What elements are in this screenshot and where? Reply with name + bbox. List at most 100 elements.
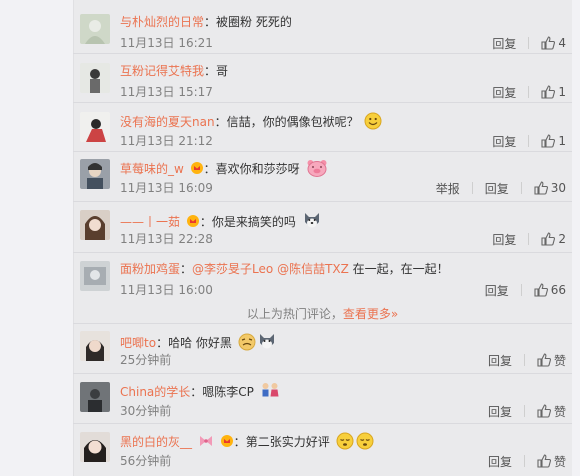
thumbs-up-icon [534, 181, 548, 195]
like-count: 赞 [553, 454, 566, 469]
see-more-link[interactable]: 查看更多» [343, 307, 398, 321]
divider [73, 53, 572, 54]
like-count: 1 [558, 134, 566, 148]
like-count: 30 [550, 181, 566, 195]
couple-emoji-icon [262, 383, 279, 397]
avatar[interactable] [80, 382, 110, 412]
username-link[interactable]: 没有海的夏天nan [120, 115, 215, 129]
like-button[interactable]: 4 [541, 36, 566, 50]
doge-emoji-icon [238, 333, 256, 351]
reply-button[interactable]: 回复 [492, 35, 516, 52]
username-link[interactable]: China的学长 [120, 385, 190, 399]
action-divider [528, 135, 530, 147]
comment-text: 在一起，在一起！ [348, 262, 449, 276]
comment-time: 25分钟前 [120, 353, 172, 367]
comment-separator: ： [203, 162, 216, 176]
reply-button[interactable]: 回复 [485, 282, 509, 299]
action-divider [523, 354, 525, 366]
thumbs-up-icon [537, 404, 551, 418]
comment-time: 11月13日 15:17 [120, 85, 213, 99]
comment-text: 哥 [216, 64, 229, 78]
comment-text: 你是来搞笑的吗 [211, 215, 296, 229]
like-count: 4 [558, 36, 566, 50]
comment-text: 第二张实力好评 [245, 435, 330, 449]
report-button[interactable]: 举报 [436, 180, 460, 197]
username-link[interactable]: 面粉加鸡蛋 [120, 262, 180, 276]
comment-time: 11月13日 22:28 [120, 232, 213, 246]
avatar[interactable] [80, 432, 110, 462]
member-badge-icon [220, 435, 233, 447]
divider [73, 102, 572, 103]
like-count: 2 [558, 232, 566, 246]
action-divider [520, 182, 522, 194]
avatar[interactable] [80, 210, 110, 240]
reply-button[interactable]: 回复 [488, 352, 512, 369]
divider [73, 151, 572, 152]
reply-button[interactable]: 回复 [485, 180, 509, 197]
thumbs-up-icon [537, 454, 551, 468]
comment-text: 信喆，你的偶像包袱呢？ [226, 115, 359, 129]
comment-text: 哈哈 你好黑 [168, 336, 232, 350]
action-divider [520, 284, 522, 296]
action-divider [528, 233, 530, 245]
username-link[interactable]: 与朴灿烈的日常 [120, 15, 204, 29]
hot-comments-label: 以上为热门评论， [246, 307, 343, 321]
like-count: 赞 [553, 404, 566, 419]
husky-emoji-icon [304, 213, 319, 228]
like-button[interactable]: 赞 [537, 352, 566, 369]
like-button[interactable]: 1 [541, 134, 566, 148]
avatar[interactable] [80, 112, 110, 142]
member-badge-icon [190, 162, 203, 174]
reply-button[interactable]: 回复 [488, 453, 512, 470]
thumbs-up-icon [541, 85, 556, 99]
thumbs-up-icon [541, 134, 556, 148]
member-badge-icon [186, 215, 199, 227]
mention-link[interactable]: @陈信喆TXZ [277, 262, 349, 276]
pig-face-emoji-icon [307, 160, 327, 177]
reply-button[interactable]: 回复 [492, 231, 516, 248]
like-button[interactable]: 66 [534, 283, 566, 297]
avatar[interactable] [80, 63, 110, 93]
divider [73, 373, 572, 374]
action-divider [523, 455, 525, 467]
like-button[interactable]: 赞 [537, 453, 566, 470]
hot-comments-divider: 以上为热门评论，查看更多» [73, 305, 572, 322]
username-link[interactable]: 草莓味的_w [120, 162, 184, 176]
like-button[interactable]: 赞 [537, 403, 566, 420]
reply-button[interactable]: 回复 [492, 84, 516, 101]
thumbs-up-icon [541, 232, 556, 246]
comment-separator: ： [156, 336, 169, 350]
mention-link[interactable]: @李莎旻子Leo [192, 262, 273, 276]
divider [73, 423, 572, 424]
username-link[interactable]: 黑的白的灰__ [120, 435, 192, 449]
comment-separator: ： [190, 385, 203, 399]
reply-button[interactable]: 回复 [488, 403, 512, 420]
like-button[interactable]: 30 [534, 181, 566, 195]
like-count: 1 [558, 85, 566, 99]
username-link[interactable]: 互粉记得艾特我 [120, 64, 204, 78]
like-button[interactable]: 2 [541, 232, 566, 246]
comment-separator: ： [214, 115, 227, 129]
comment-separator: ： [180, 262, 193, 276]
like-count: 66 [550, 283, 566, 297]
divider [73, 252, 572, 253]
avatar[interactable] [80, 159, 110, 189]
thumbs-up-icon [541, 36, 556, 50]
action-divider [523, 405, 525, 417]
username-link[interactable]: 吧唧to [120, 336, 156, 350]
reply-button[interactable]: 回复 [492, 133, 516, 150]
bow-badge-icon [199, 436, 212, 446]
comment-time: 11月13日 16:21 [120, 36, 213, 50]
avatar[interactable] [80, 261, 110, 291]
username-link[interactable]: ——丨一茹 [120, 215, 180, 229]
avatar[interactable] [80, 14, 110, 44]
comment-time: 11月13日 21:12 [120, 134, 213, 148]
comment-time: 56分钟前 [120, 454, 172, 468]
like-button[interactable]: 1 [541, 85, 566, 99]
husky-emoji-icon [259, 334, 274, 349]
avatar[interactable] [80, 331, 110, 361]
comment-time: 30分钟前 [120, 404, 172, 418]
action-divider [471, 182, 473, 194]
comment-text: 喜欢你和莎莎呀 [215, 162, 300, 176]
thumbs-up-icon [534, 283, 548, 297]
